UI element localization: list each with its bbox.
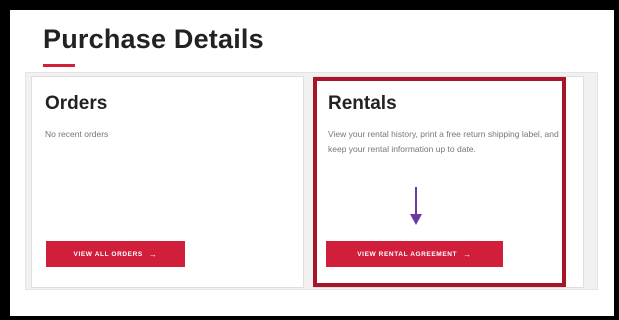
arrow-right-icon: → (148, 249, 158, 259)
view-all-orders-label: VIEW ALL ORDERS (73, 250, 143, 258)
rentals-description: View your rental history, print a free r… (328, 129, 559, 154)
rentals-title: Rentals (328, 93, 397, 114)
rentals-card: Rentals View your rental history, print … (314, 76, 584, 288)
view-rental-agreement-label: VIEW RENTAL AGREEMENT (357, 250, 458, 258)
orders-title: Orders (45, 93, 108, 114)
orders-description: No recent orders (45, 129, 109, 139)
view-all-orders-button[interactable]: VIEW ALL ORDERS → (46, 241, 185, 267)
arrow-right-icon: → (463, 249, 472, 259)
page-title: Purchase Details (43, 24, 264, 54)
view-rental-agreement-button[interactable]: VIEW RENTAL AGREEMENT → (326, 241, 503, 267)
orders-card: Orders No recent orders VIEW ALL ORDERS … (31, 76, 304, 288)
pointer-arrow-icon (410, 187, 422, 225)
title-underline (43, 64, 75, 67)
